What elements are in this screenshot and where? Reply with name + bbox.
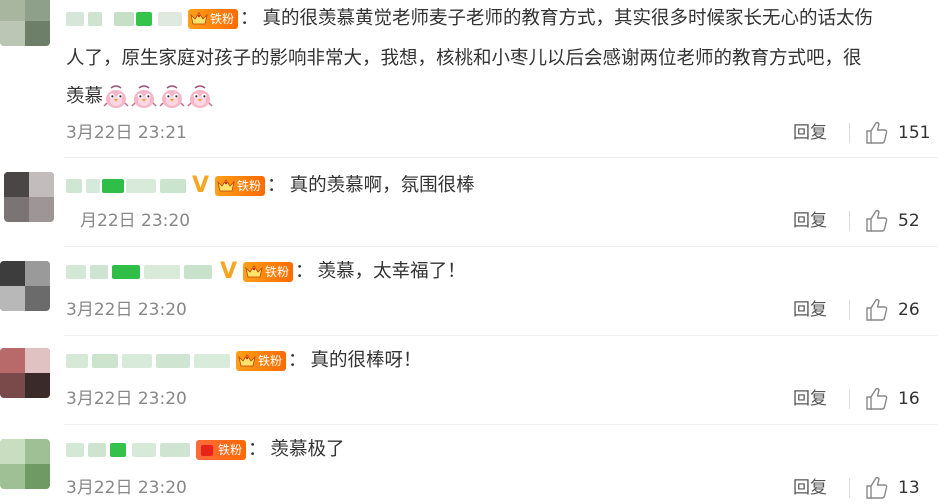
crown-icon (238, 354, 256, 368)
username[interactable] (66, 351, 234, 371)
divider (849, 300, 850, 320)
comment-text-line: 羡慕极了 (270, 439, 345, 460)
comment-meta: 3月22日 23:20 回复 13 (66, 473, 938, 503)
pink-bird-emoji (159, 84, 185, 110)
fan-badge[interactable]: 铁粉 (196, 440, 247, 460)
comment-meta: 3月22日 23:21 回复 151 (66, 118, 938, 148)
comment-actions: 回复 26 (793, 295, 938, 325)
fan-badge[interactable]: 铁粉 (215, 176, 266, 196)
thumbs-up-icon[interactable] (864, 475, 890, 501)
timestamp: 月22日 23:20 (80, 211, 191, 231)
fan-badge[interactable]: 铁粉 (188, 9, 239, 29)
divider (64, 335, 938, 336)
fan-badge[interactable]: 铁粉 (236, 351, 287, 371)
like-count: 151 (898, 123, 931, 143)
pink-bird-emoji (187, 84, 213, 110)
reply-button[interactable]: 回复 (793, 473, 827, 503)
comment-meta: 月22日 23:20 回复 52 (80, 206, 938, 236)
comment-actions: 回复 16 (793, 384, 938, 414)
like-count: 13 (898, 478, 920, 498)
avatar[interactable] (0, 261, 50, 311)
comment-actions: 回复 151 (793, 118, 938, 148)
comment-text-line: 羡慕，太幸福了！ (317, 261, 466, 282)
divider (64, 424, 938, 425)
comment-text: 铁粉：真的很羡慕黄觉老师麦子老师的教育方式，其实很多时候家长无心的话太伤 (66, 0, 924, 38)
crown-icon (190, 12, 208, 26)
avatar[interactable] (0, 439, 50, 489)
pink-bird-emoji (131, 84, 157, 110)
comment-actions: 回复 52 (793, 206, 938, 236)
thumbs-up-icon[interactable] (864, 297, 890, 323)
divider (849, 478, 850, 498)
username[interactable] (66, 440, 194, 460)
comment-text-line: 人了，原生家庭对孩子的影响非常大，我想，核桃和小枣儿以后会感谢两位老师的教育方式… (66, 48, 862, 69)
reply-button[interactable]: 回复 (793, 206, 827, 236)
timestamp: 3月22日 23:20 (66, 478, 187, 498)
comment-text: 铁粉：羡慕极了 (66, 431, 924, 469)
reply-button[interactable]: 回复 (793, 295, 827, 325)
reply-button[interactable]: 回复 (793, 384, 827, 414)
timestamp: 3月22日 23:20 (66, 300, 187, 320)
avatar[interactable] (4, 172, 54, 222)
thumbs-up-icon[interactable] (864, 208, 890, 234)
crown-icon (245, 265, 263, 279)
divider (64, 157, 938, 158)
timestamp: 3月22日 23:20 (66, 389, 187, 409)
comment-text: V 铁粉：羡慕，太幸福了！ (66, 253, 924, 291)
comment-text: 铁粉：真的很棒呀！ (66, 342, 924, 380)
comment-text-line: 真的羡慕啊，氛围很棒 (289, 175, 475, 196)
avatar[interactable] (0, 0, 50, 46)
username[interactable] (66, 176, 188, 196)
pink-bird-emoji (103, 84, 129, 110)
thumbs-up-icon[interactable] (864, 386, 890, 412)
fan-badge[interactable]: 铁粉 (243, 262, 294, 282)
crown-icon (198, 443, 216, 457)
avatar[interactable] (0, 348, 50, 398)
comment-meta: 3月22日 23:20 回复 16 (66, 384, 938, 414)
username[interactable] (66, 262, 216, 282)
comment-text-line: 羡慕 (66, 78, 924, 116)
verified-v-icon: V (192, 173, 210, 198)
comment-meta: 3月22日 23:20 回复 26 (66, 295, 938, 325)
verified-v-icon: V (220, 259, 238, 284)
comment-text-line: 真的很棒呀！ (310, 350, 422, 371)
like-count: 52 (898, 211, 920, 231)
comment-actions: 回复 13 (793, 473, 938, 503)
crown-icon (217, 179, 235, 193)
divider (849, 389, 850, 409)
reply-button[interactable]: 回复 (793, 118, 827, 148)
timestamp: 3月22日 23:21 (66, 123, 187, 143)
like-count: 16 (898, 389, 920, 409)
divider (849, 123, 850, 143)
like-count: 26 (898, 300, 920, 320)
thumbs-up-icon[interactable] (864, 120, 890, 146)
divider (849, 211, 850, 231)
comment-text-line: 真的很羡慕黄觉老师麦子老师的教育方式，其实很多时候家长无心的话太伤 (262, 8, 874, 29)
username[interactable] (66, 9, 186, 29)
comment-text: V 铁粉：真的羡慕啊，氛围很棒 (66, 167, 924, 205)
divider (64, 246, 938, 247)
